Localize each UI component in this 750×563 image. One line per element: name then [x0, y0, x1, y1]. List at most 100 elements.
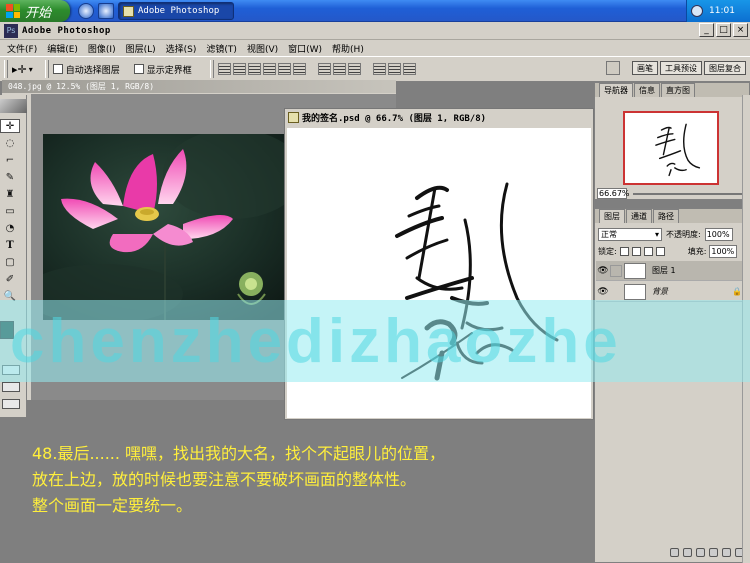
lock-pixels-icon[interactable] [631, 246, 641, 256]
layer-name: 图层 1 [652, 266, 676, 275]
distribute-bottom-icon[interactable] [347, 63, 361, 75]
minimize-button[interactable]: _ [699, 23, 714, 37]
auto-select-layer-checkbox[interactable]: 自动选择图层 [52, 63, 120, 76]
menu-window[interactable]: 窗口(W) [283, 42, 327, 55]
show-bounding-box-checkbox[interactable]: 显示定界框 [133, 63, 192, 76]
tab-info[interactable]: 信息 [634, 83, 660, 97]
document-titlebar[interactable]: 我的签名.psd @ 66.7% (图层 1, RGB/8) [285, 109, 593, 126]
align-left-icon[interactable] [262, 63, 276, 75]
distribute-vcenter-icon[interactable] [332, 63, 346, 75]
caption-line: 放在上边，放的时候也要注意不要破坏画面的整体性。 [32, 470, 417, 489]
align-vcenter-icon[interactable] [232, 63, 246, 75]
lock-position-icon[interactable] [643, 246, 653, 256]
blur-tool-icon[interactable]: ◔ [0, 221, 20, 235]
tab-histogram[interactable]: 直方图 [661, 83, 695, 97]
taskbar-button-photoshop[interactable]: Adobe Photoshop [118, 2, 234, 20]
eyedropper-tool-icon[interactable]: ✐ [0, 272, 20, 286]
watermark-text: chenzhedizhaozhe [10, 307, 622, 376]
crop-tool-icon[interactable]: ⌐ [0, 153, 20, 167]
palette-tab-layer-comps[interactable]: 图层复合 [704, 61, 746, 75]
distribute-hcenter-icon[interactable] [387, 63, 401, 75]
tool-preset-picker[interactable]: ▸✛ ▾ [12, 63, 33, 76]
feather-icon[interactable] [0, 99, 27, 113]
menu-view[interactable]: 视图(V) [242, 42, 283, 55]
move-tool-icon: ▸✛ [12, 62, 27, 76]
distribute-right-icon[interactable] [402, 63, 416, 75]
menu-file[interactable]: 文件(F) [2, 42, 42, 55]
network-icon[interactable] [691, 5, 703, 17]
start-button[interactable]: 开始 [0, 0, 70, 22]
tutorial-caption: 48.最后...... 嘿嘿，找出我的大名，找个不起眼儿的位置， 放在上边，放的… [32, 441, 572, 519]
lock-all-icon[interactable] [655, 246, 665, 256]
layer-style-icon[interactable] [670, 548, 679, 557]
layer-row[interactable]: 👁 图层 1 [596, 261, 750, 281]
navigator-tabs: 导航器 信息 直方图 [595, 83, 749, 97]
close-button[interactable]: × [733, 23, 748, 37]
blend-mode-select[interactable]: 正常 [598, 227, 662, 241]
palette-tab-tool-presets[interactable]: 工具预设 [660, 61, 702, 75]
menu-layer[interactable]: 图层(L) [121, 42, 161, 55]
fill-field[interactable]: 100% [709, 244, 738, 258]
eye-icon[interactable]: 👁 [596, 287, 610, 297]
menu-image[interactable]: 图像(I) [83, 42, 121, 55]
tab-paths[interactable]: 路径 [653, 209, 679, 223]
desktop-icon[interactable] [98, 3, 114, 19]
layer-mask-icon[interactable] [683, 548, 692, 557]
window-controls: _ □ × [699, 23, 748, 37]
eye-icon[interactable]: 👁 [596, 266, 610, 276]
blend-opacity-row: 正常 不透明度: 100% [598, 227, 748, 241]
toolbar-grip[interactable] [4, 60, 8, 78]
brush-icon[interactable] [610, 264, 622, 277]
menu-help[interactable]: 帮助(H) [327, 42, 369, 55]
file-browser-icon[interactable] [606, 61, 620, 75]
lock-label: 锁定: [598, 246, 617, 256]
navigator-zoom-slider[interactable] [633, 193, 743, 195]
photoshop-icon: Ps [4, 23, 18, 38]
align-hcenter-icon[interactable] [277, 63, 291, 75]
align-bottom-icon[interactable] [247, 63, 261, 75]
stamp-tool-icon[interactable]: ♜ [0, 187, 20, 201]
navigator-thumbnail[interactable] [623, 111, 719, 185]
menu-select[interactable]: 选择(S) [161, 42, 202, 55]
tab-channels[interactable]: 通道 [626, 209, 652, 223]
brush-tool-icon[interactable]: ✎ [0, 170, 20, 184]
auto-select-label: 自动选择图层 [65, 65, 120, 76]
layers-footer [596, 548, 750, 560]
jump-to-imageready-button[interactable] [2, 399, 20, 409]
navigator-zoom-field[interactable]: 66.67% [597, 188, 630, 199]
type-tool-icon[interactable]: T [0, 238, 20, 252]
tab-navigator[interactable]: 导航器 [599, 83, 633, 97]
lasso-tool-icon[interactable]: ◌ [0, 136, 20, 150]
layer-row[interactable]: 👁 背景 🔒 [596, 282, 750, 302]
distribute-top-icon[interactable] [317, 63, 331, 75]
shape-tool-icon[interactable]: ▢ [0, 255, 20, 269]
new-layer-icon[interactable] [722, 548, 731, 557]
adjustment-layer-icon[interactable] [709, 548, 718, 557]
menu-edit[interactable]: 编辑(E) [42, 42, 83, 55]
screen-mode-button[interactable] [2, 382, 20, 392]
opacity-field[interactable]: 100% [704, 227, 733, 241]
checkbox-box[interactable] [133, 64, 144, 74]
move-tool-icon[interactable]: ✛ [0, 119, 20, 133]
new-set-icon[interactable] [696, 548, 705, 557]
align-top-icon[interactable] [217, 63, 231, 75]
caption-line: 48.最后...... 嘿嘿，找出我的大名，找个不起眼儿的位置， [32, 444, 446, 463]
tab-layers[interactable]: 图层 [599, 209, 625, 223]
checkbox-box[interactable] [52, 64, 63, 74]
brush-icon[interactable] [610, 286, 622, 298]
app-titlebar: Ps Adobe Photoshop _ □ × [0, 22, 750, 40]
maximize-button[interactable]: □ [716, 23, 731, 37]
palette-tab-brushes[interactable]: 画笔 [632, 61, 658, 75]
align-right-icon[interactable] [292, 63, 306, 75]
chevron-down-icon: ▾ [28, 64, 33, 74]
clock: 11:01 [709, 6, 735, 16]
menu-bar: 文件(F) 编辑(E) 图像(I) 图层(L) 选择(S) 滤镜(T) 视图(V… [0, 40, 750, 56]
eraser-tool-icon[interactable]: ▭ [0, 204, 20, 218]
lock-transparency-icon[interactable] [619, 246, 629, 256]
ie-icon[interactable] [78, 3, 94, 19]
menu-filter[interactable]: 滤镜(T) [201, 42, 242, 55]
document-title[interactable]: 048.jpg @ 12.5% (图层 1, RGB/8) [2, 80, 396, 93]
distribute-left-icon[interactable] [372, 63, 386, 75]
lock-icon: 🔒 [732, 287, 742, 296]
taskbar: 开始 Adobe Photoshop 11:01 [0, 0, 750, 22]
